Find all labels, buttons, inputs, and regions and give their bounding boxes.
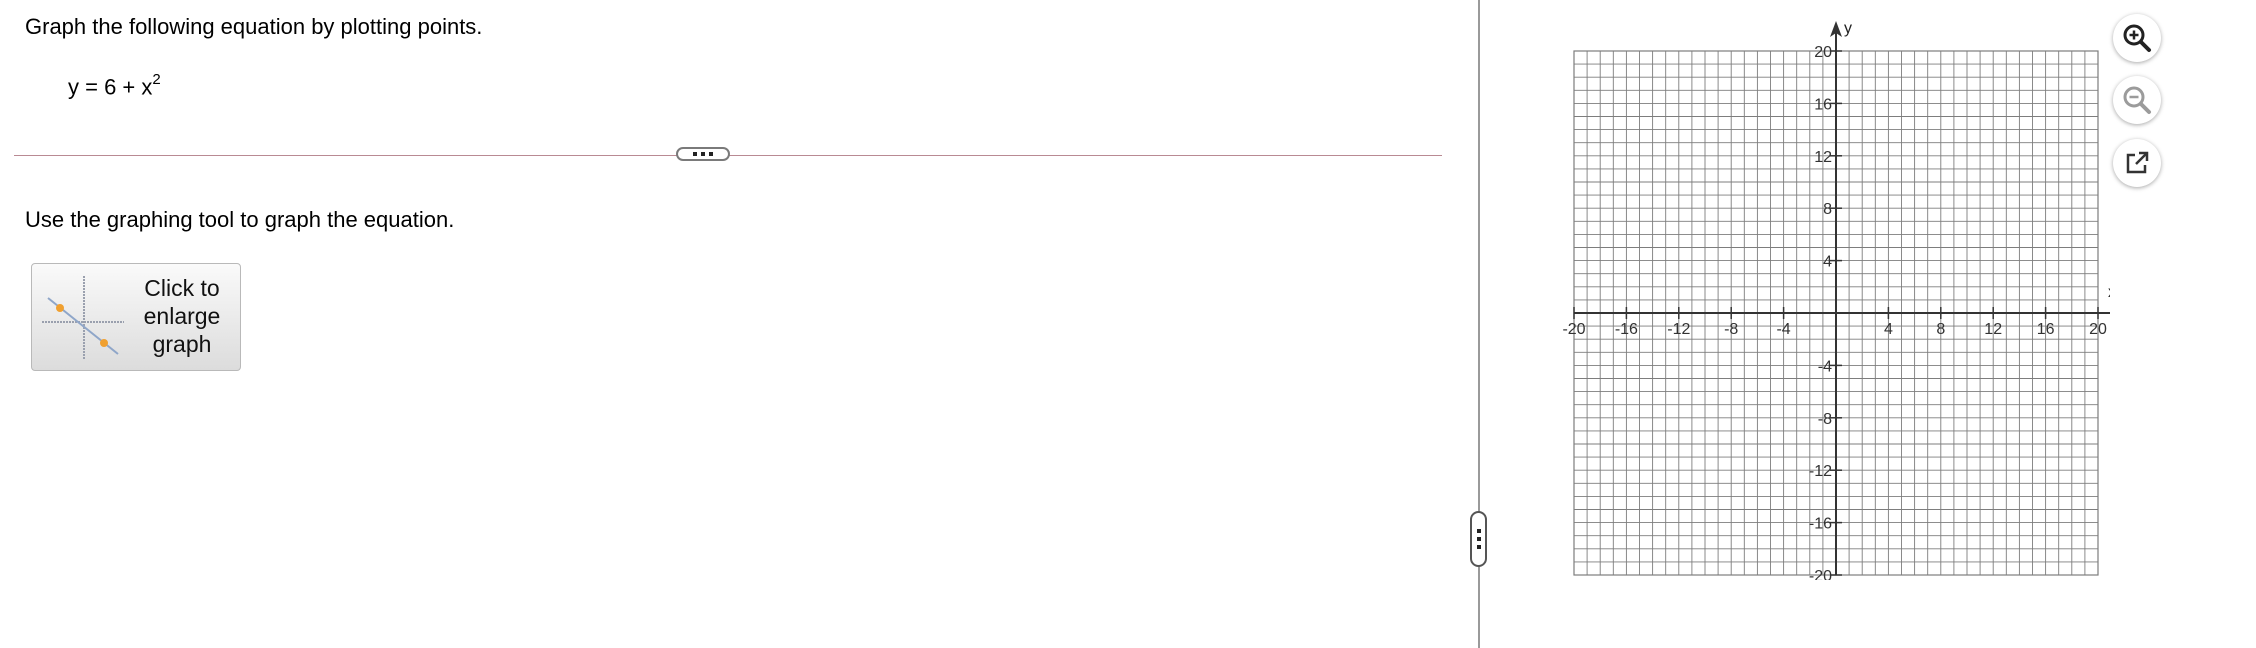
y-axis-label: y — [1844, 20, 1852, 37]
graph-thumbnail-icon — [42, 276, 124, 360]
equation: y = 6 + x2 — [68, 71, 161, 100]
dot-icon — [1476, 537, 1481, 541]
y-tick-label: -20 — [1809, 568, 1832, 580]
x-tick-label: -4 — [1776, 321, 1790, 338]
popout-button[interactable] — [2113, 139, 2161, 187]
zoom-out-button[interactable] — [2113, 76, 2161, 124]
coordinate-graph[interactable]: x y -20 -16 -12 -8 -4 4 8 12 16 20 20 16 12 8 4 -4 -8 -12 -1… — [1530, 0, 2110, 580]
y-tick-label: -4 — [1818, 358, 1832, 375]
dot-icon — [1476, 529, 1481, 533]
enlarge-graph-button[interactable]: Click to enlarge graph — [31, 263, 241, 371]
expand-collapse-handle[interactable] — [676, 147, 730, 161]
y-tick-label: -12 — [1809, 463, 1832, 480]
zoom-out-icon — [2123, 86, 2151, 114]
x-tick-label: 16 — [2037, 321, 2055, 338]
y-tick-label: 20 — [1814, 44, 1832, 61]
enlarge-graph-label: Click to enlarge graph — [143, 275, 221, 357]
y-tick-label: 16 — [1814, 96, 1832, 113]
x-tick-label: -12 — [1667, 321, 1690, 338]
y-tick-label: 4 — [1823, 254, 1832, 271]
question-instruction: Graph the following equation by plotting… — [25, 14, 483, 39]
zoom-in-icon — [2123, 24, 2151, 52]
y-tick-label: 8 — [1823, 201, 1832, 218]
equation-base: y = 6 + x — [68, 74, 153, 100]
x-tick-label: 20 — [2089, 321, 2107, 338]
dot-icon — [701, 152, 705, 156]
question-pane: Graph the following equation by plotting… — [0, 0, 1478, 648]
x-tick-label: -16 — [1615, 321, 1638, 338]
dot-icon — [1476, 545, 1481, 549]
dot-icon — [709, 152, 713, 156]
y-tick-label: 12 — [1814, 149, 1832, 166]
zoom-in-button[interactable] — [2113, 14, 2161, 62]
x-tick-label: 12 — [1984, 321, 2002, 338]
graphing-tool-instruction: Use the graphing tool to graph the equat… — [25, 207, 455, 232]
y-tick-label: -8 — [1818, 411, 1832, 428]
y-tick-label: -16 — [1809, 516, 1832, 533]
equation-exponent: 2 — [152, 71, 161, 88]
x-tick-label: 8 — [1936, 321, 1945, 338]
x-axis-label: x — [2108, 284, 2110, 301]
dot-icon — [693, 152, 697, 156]
x-tick-label: 4 — [1884, 321, 1893, 338]
x-tick-label: -8 — [1724, 321, 1738, 338]
popout-icon — [2126, 151, 2149, 174]
pane-resize-handle[interactable] — [1470, 511, 1487, 567]
x-tick-label: -20 — [1562, 321, 1585, 338]
